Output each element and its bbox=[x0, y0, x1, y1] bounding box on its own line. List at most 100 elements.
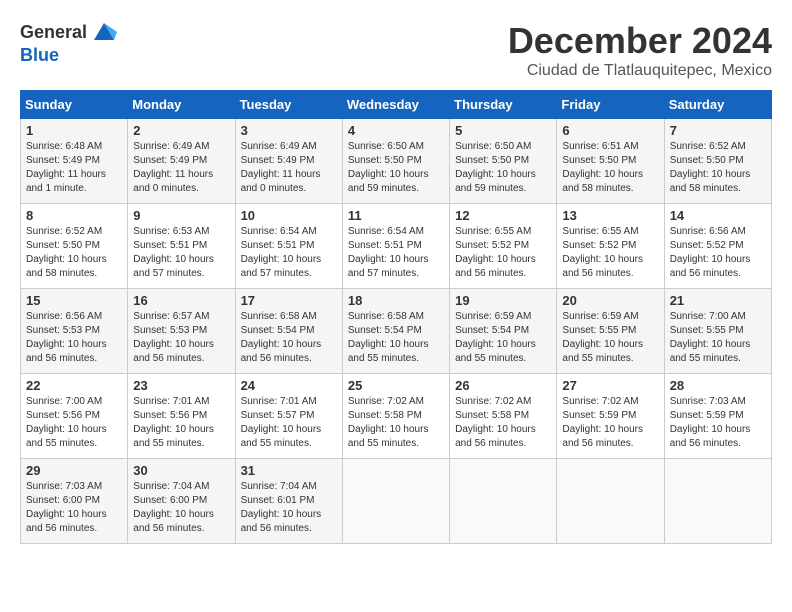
calendar-header-row: SundayMondayTuesdayWednesdayThursdayFrid… bbox=[21, 91, 772, 119]
day-number: 7 bbox=[670, 123, 766, 138]
day-number: 16 bbox=[133, 293, 229, 308]
calendar-cell: 31 Sunrise: 7:04 AM Sunset: 6:01 PM Dayl… bbox=[235, 459, 342, 544]
day-info: Sunrise: 7:03 AM Sunset: 5:59 PM Dayligh… bbox=[670, 396, 751, 449]
weekday-header: Wednesday bbox=[342, 91, 449, 119]
calendar-week-row: 15 Sunrise: 6:56 AM Sunset: 5:53 PM Dayl… bbox=[21, 289, 772, 374]
calendar-cell: 24 Sunrise: 7:01 AM Sunset: 5:57 PM Dayl… bbox=[235, 374, 342, 459]
month-year-title: December 2024 bbox=[508, 20, 772, 62]
day-info: Sunrise: 6:48 AM Sunset: 5:49 PM Dayligh… bbox=[26, 141, 106, 194]
day-info: Sunrise: 6:52 AM Sunset: 5:50 PM Dayligh… bbox=[670, 141, 751, 194]
calendar-cell: 5 Sunrise: 6:50 AM Sunset: 5:50 PM Dayli… bbox=[450, 119, 557, 204]
day-info: Sunrise: 7:03 AM Sunset: 6:00 PM Dayligh… bbox=[26, 481, 107, 534]
calendar-cell: 27 Sunrise: 7:02 AM Sunset: 5:59 PM Dayl… bbox=[557, 374, 664, 459]
day-number: 10 bbox=[241, 208, 337, 223]
weekday-header: Monday bbox=[128, 91, 235, 119]
day-info: Sunrise: 7:04 AM Sunset: 6:00 PM Dayligh… bbox=[133, 481, 214, 534]
calendar-cell bbox=[557, 459, 664, 544]
calendar-week-row: 8 Sunrise: 6:52 AM Sunset: 5:50 PM Dayli… bbox=[21, 204, 772, 289]
day-number: 31 bbox=[241, 463, 337, 478]
day-number: 21 bbox=[670, 293, 766, 308]
day-info: Sunrise: 6:53 AM Sunset: 5:51 PM Dayligh… bbox=[133, 226, 214, 279]
day-info: Sunrise: 6:49 AM Sunset: 5:49 PM Dayligh… bbox=[133, 141, 213, 194]
day-number: 6 bbox=[562, 123, 658, 138]
calendar-cell: 14 Sunrise: 6:56 AM Sunset: 5:52 PM Dayl… bbox=[664, 204, 771, 289]
day-number: 17 bbox=[241, 293, 337, 308]
calendar-cell: 11 Sunrise: 6:54 AM Sunset: 5:51 PM Dayl… bbox=[342, 204, 449, 289]
day-info: Sunrise: 6:50 AM Sunset: 5:50 PM Dayligh… bbox=[348, 141, 429, 194]
calendar-cell: 26 Sunrise: 7:02 AM Sunset: 5:58 PM Dayl… bbox=[450, 374, 557, 459]
day-number: 12 bbox=[455, 208, 551, 223]
calendar-week-row: 1 Sunrise: 6:48 AM Sunset: 5:49 PM Dayli… bbox=[21, 119, 772, 204]
title-section: December 2024 Ciudad de Tlatlauquitepec,… bbox=[508, 20, 772, 80]
calendar-cell bbox=[664, 459, 771, 544]
day-info: Sunrise: 7:00 AM Sunset: 5:56 PM Dayligh… bbox=[26, 396, 107, 449]
day-number: 5 bbox=[455, 123, 551, 138]
calendar-cell: 22 Sunrise: 7:00 AM Sunset: 5:56 PM Dayl… bbox=[21, 374, 128, 459]
day-info: Sunrise: 7:01 AM Sunset: 5:57 PM Dayligh… bbox=[241, 396, 322, 449]
calendar-cell: 29 Sunrise: 7:03 AM Sunset: 6:00 PM Dayl… bbox=[21, 459, 128, 544]
logo-blue-text: Blue bbox=[20, 45, 59, 65]
calendar-cell: 12 Sunrise: 6:55 AM Sunset: 5:52 PM Dayl… bbox=[450, 204, 557, 289]
day-number: 25 bbox=[348, 378, 444, 393]
calendar-cell bbox=[450, 459, 557, 544]
day-number: 8 bbox=[26, 208, 122, 223]
day-info: Sunrise: 6:59 AM Sunset: 5:54 PM Dayligh… bbox=[455, 311, 536, 364]
day-info: Sunrise: 6:49 AM Sunset: 5:49 PM Dayligh… bbox=[241, 141, 321, 194]
day-number: 11 bbox=[348, 208, 444, 223]
weekday-header: Sunday bbox=[21, 91, 128, 119]
calendar-cell: 1 Sunrise: 6:48 AM Sunset: 5:49 PM Dayli… bbox=[21, 119, 128, 204]
calendar-cell: 20 Sunrise: 6:59 AM Sunset: 5:55 PM Dayl… bbox=[557, 289, 664, 374]
day-info: Sunrise: 6:55 AM Sunset: 5:52 PM Dayligh… bbox=[455, 226, 536, 279]
page-header: General Blue December 2024 Ciudad de Tla… bbox=[20, 20, 772, 80]
calendar-cell: 9 Sunrise: 6:53 AM Sunset: 5:51 PM Dayli… bbox=[128, 204, 235, 289]
calendar-table: SundayMondayTuesdayWednesdayThursdayFrid… bbox=[20, 90, 772, 544]
day-number: 30 bbox=[133, 463, 229, 478]
calendar-cell: 18 Sunrise: 6:58 AM Sunset: 5:54 PM Dayl… bbox=[342, 289, 449, 374]
day-number: 15 bbox=[26, 293, 122, 308]
day-number: 19 bbox=[455, 293, 551, 308]
day-info: Sunrise: 6:57 AM Sunset: 5:53 PM Dayligh… bbox=[133, 311, 214, 364]
weekday-header: Saturday bbox=[664, 91, 771, 119]
location-title: Ciudad de Tlatlauquitepec, Mexico bbox=[508, 62, 772, 80]
day-number: 9 bbox=[133, 208, 229, 223]
day-number: 24 bbox=[241, 378, 337, 393]
day-info: Sunrise: 7:02 AM Sunset: 5:59 PM Dayligh… bbox=[562, 396, 643, 449]
day-info: Sunrise: 6:54 AM Sunset: 5:51 PM Dayligh… bbox=[348, 226, 429, 279]
day-info: Sunrise: 6:52 AM Sunset: 5:50 PM Dayligh… bbox=[26, 226, 107, 279]
day-number: 4 bbox=[348, 123, 444, 138]
day-info: Sunrise: 6:59 AM Sunset: 5:55 PM Dayligh… bbox=[562, 311, 643, 364]
logo: General Blue bbox=[20, 20, 119, 66]
day-number: 3 bbox=[241, 123, 337, 138]
day-info: Sunrise: 6:58 AM Sunset: 5:54 PM Dayligh… bbox=[348, 311, 429, 364]
calendar-cell: 21 Sunrise: 7:00 AM Sunset: 5:55 PM Dayl… bbox=[664, 289, 771, 374]
calendar-cell: 3 Sunrise: 6:49 AM Sunset: 5:49 PM Dayli… bbox=[235, 119, 342, 204]
calendar-cell: 2 Sunrise: 6:49 AM Sunset: 5:49 PM Dayli… bbox=[128, 119, 235, 204]
day-number: 1 bbox=[26, 123, 122, 138]
day-number: 20 bbox=[562, 293, 658, 308]
day-number: 22 bbox=[26, 378, 122, 393]
calendar-cell: 16 Sunrise: 6:57 AM Sunset: 5:53 PM Dayl… bbox=[128, 289, 235, 374]
day-info: Sunrise: 6:58 AM Sunset: 5:54 PM Dayligh… bbox=[241, 311, 322, 364]
day-number: 14 bbox=[670, 208, 766, 223]
day-info: Sunrise: 7:02 AM Sunset: 5:58 PM Dayligh… bbox=[348, 396, 429, 449]
calendar-cell: 15 Sunrise: 6:56 AM Sunset: 5:53 PM Dayl… bbox=[21, 289, 128, 374]
day-number: 18 bbox=[348, 293, 444, 308]
calendar-cell: 13 Sunrise: 6:55 AM Sunset: 5:52 PM Dayl… bbox=[557, 204, 664, 289]
day-number: 26 bbox=[455, 378, 551, 393]
calendar-cell: 17 Sunrise: 6:58 AM Sunset: 5:54 PM Dayl… bbox=[235, 289, 342, 374]
day-info: Sunrise: 6:56 AM Sunset: 5:53 PM Dayligh… bbox=[26, 311, 107, 364]
day-info: Sunrise: 6:50 AM Sunset: 5:50 PM Dayligh… bbox=[455, 141, 536, 194]
day-info: Sunrise: 6:54 AM Sunset: 5:51 PM Dayligh… bbox=[241, 226, 322, 279]
day-info: Sunrise: 6:55 AM Sunset: 5:52 PM Dayligh… bbox=[562, 226, 643, 279]
calendar-cell: 30 Sunrise: 7:04 AM Sunset: 6:00 PM Dayl… bbox=[128, 459, 235, 544]
day-number: 27 bbox=[562, 378, 658, 393]
calendar-cell: 23 Sunrise: 7:01 AM Sunset: 5:56 PM Dayl… bbox=[128, 374, 235, 459]
weekday-header: Friday bbox=[557, 91, 664, 119]
logo-general-text: General bbox=[20, 22, 87, 43]
calendar-cell: 10 Sunrise: 6:54 AM Sunset: 5:51 PM Dayl… bbox=[235, 204, 342, 289]
calendar-cell: 19 Sunrise: 6:59 AM Sunset: 5:54 PM Dayl… bbox=[450, 289, 557, 374]
day-number: 28 bbox=[670, 378, 766, 393]
calendar-cell: 4 Sunrise: 6:50 AM Sunset: 5:50 PM Dayli… bbox=[342, 119, 449, 204]
calendar-cell: 8 Sunrise: 6:52 AM Sunset: 5:50 PM Dayli… bbox=[21, 204, 128, 289]
day-info: Sunrise: 6:51 AM Sunset: 5:50 PM Dayligh… bbox=[562, 141, 643, 194]
